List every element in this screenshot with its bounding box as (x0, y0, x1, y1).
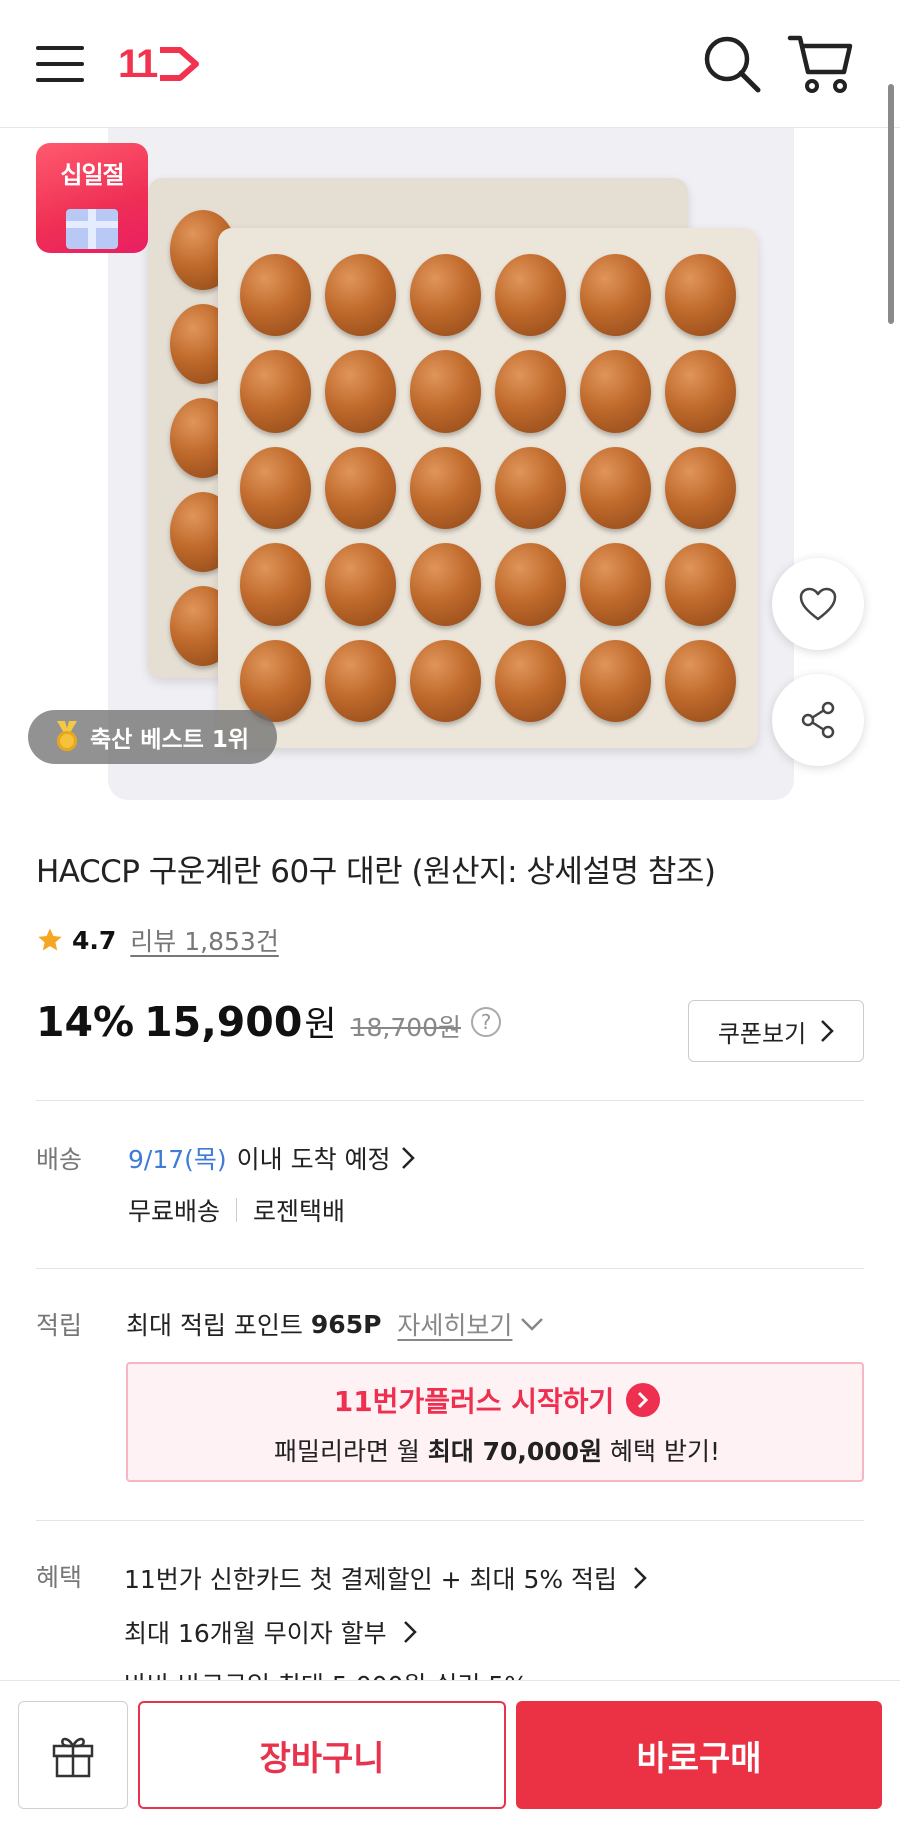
site-logo[interactable]: 11 (118, 40, 202, 88)
divider (36, 1100, 864, 1101)
discount-rate: 14% (36, 998, 135, 1046)
hamburger-menu-icon[interactable] (36, 44, 84, 84)
points-detail-link[interactable]: 자세히보기 (397, 1306, 512, 1342)
gift-button[interactable] (18, 1701, 128, 1809)
like-button[interactable] (772, 558, 864, 650)
gift-icon (52, 1737, 94, 1778)
search-icon[interactable] (700, 32, 764, 96)
shipping-arrival[interactable]: 9/17(목) 이내 도착 예정 (128, 1140, 415, 1176)
shipping-details: 무료배송 로젠택배 (128, 1192, 345, 1228)
plus-title: 11번가플러스 시작하기 (333, 1385, 615, 1418)
add-to-cart-button[interactable]: 장바구니 (138, 1701, 506, 1809)
chevron-right-icon (403, 1621, 417, 1643)
star-icon (38, 928, 62, 951)
price-unit: 원 (304, 1005, 337, 1045)
separator (236, 1198, 238, 1222)
product-image[interactable] (108, 128, 794, 800)
benefit-text: 최대 16개월 무이자 할부 (124, 1619, 387, 1648)
chevron-right-icon (634, 1567, 647, 1589)
free-shipping: 무료배송 (128, 1197, 221, 1226)
points-amount: 965P (310, 1309, 382, 1339)
benefits-label: 혜택 (36, 1563, 83, 1592)
rating-value: 4.7 (72, 925, 117, 955)
benefit-text: 11번가 신한카드 첫 결제할인 + 최대 5% 적립 (124, 1565, 618, 1594)
benefit-partial: 바바 바로구입 최대 5,000원 쉬리 5% (124, 1666, 528, 1680)
heart-icon (799, 587, 837, 621)
buy-now-button[interactable]: 바로구매 (516, 1701, 882, 1809)
page: 11 십일절 축산 베스트 1위 HACCP 구운계란 60구 대란 (원산지:… (0, 0, 900, 1827)
chevron-right-icon (821, 1020, 834, 1042)
medal-icon (54, 721, 80, 753)
arrival-text: 이내 도착 예정 (236, 1145, 391, 1174)
scrollbar[interactable] (888, 84, 894, 324)
share-icon (801, 701, 835, 739)
logo-arrow-icon (160, 47, 200, 81)
plus-sub-suffix: 혜택 받기! (610, 1437, 721, 1466)
benefit-card-discount[interactable]: 11번가 신한카드 첫 결제할인 + 최대 5% 적립 (124, 1560, 647, 1596)
egg-tray-front (218, 228, 758, 748)
logo-text: 11 (118, 41, 158, 86)
share-button[interactable] (772, 674, 864, 766)
plus-subtitle: 패밀리라면 월 최대 70,000원 혜택 받기! (128, 1432, 866, 1468)
points-text: 최대 적립 포인트 (126, 1311, 303, 1340)
points-label: 적립 (36, 1311, 83, 1340)
sale-price: 15,900 (144, 998, 303, 1046)
chevron-right-icon (401, 1147, 415, 1169)
shipping-label: 배송 (36, 1145, 83, 1174)
benefit-text: 바바 바로구입 최대 5,000원 쉬리 5% (124, 1671, 528, 1680)
courier-name: 로젠택배 (253, 1197, 346, 1226)
festival-badge: 십일절 (36, 143, 148, 253)
benefit-installment[interactable]: 최대 16개월 무이자 할부 (124, 1614, 417, 1650)
cart-icon[interactable] (786, 30, 856, 96)
review-count-link[interactable]: 리뷰 1,853건 (130, 922, 279, 958)
product-title: HACCP 구운계란 60구 대란 (원산지: 상세설명 참조) (36, 854, 716, 890)
points-row: 최대 적립 포인트 965P 자세히보기 (126, 1306, 544, 1342)
bottom-action-bar: 장바구니 바로구매 (0, 1680, 900, 1827)
plus-sub-bold: 최대 70,000원 (427, 1437, 603, 1466)
festival-badge-text: 십일절 (60, 161, 124, 189)
plus-membership-banner[interactable]: 11번가플러스 시작하기 패밀리라면 월 최대 70,000원 혜택 받기! (126, 1362, 864, 1482)
best-seller-badge: 축산 베스트 1위 (28, 710, 277, 764)
arrow-circle-icon (626, 1383, 661, 1417)
price-row: 14% 15,900 원 18,700원 ? (36, 996, 502, 1047)
divider (36, 1268, 864, 1269)
gift-box-icon (66, 209, 118, 249)
best-badge-label: 축산 베스트 1위 (90, 727, 249, 753)
rating-row: 4.7 리뷰 1,853건 (36, 922, 279, 958)
coupon-label: 쿠폰보기 (717, 1019, 807, 1048)
top-header: 11 (0, 0, 900, 128)
original-price: 18,700원 (350, 1013, 462, 1042)
shipping-date: 9/17(목) (128, 1145, 227, 1174)
divider (36, 1520, 864, 1521)
price-help-icon[interactable]: ? (471, 1006, 502, 1037)
plus-sub-prefix: 패밀리라면 월 (273, 1437, 420, 1466)
coupon-button[interactable]: 쿠폰보기 (688, 1000, 864, 1062)
chevron-down-icon[interactable] (520, 1317, 544, 1331)
plus-title-row: 11번가플러스 시작하기 (128, 1380, 866, 1420)
